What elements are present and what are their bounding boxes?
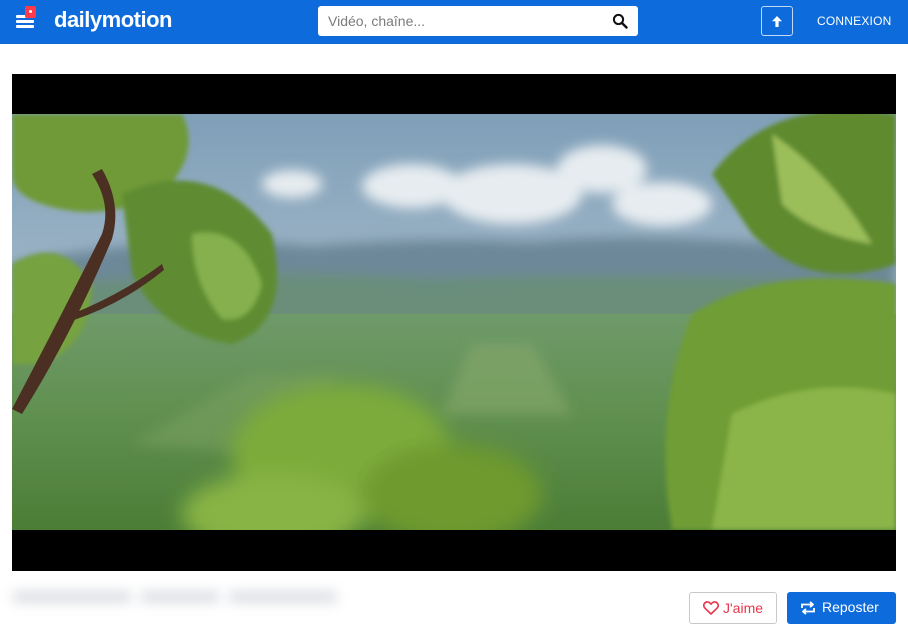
top-navigation-bar: dailymotion CONNEXION	[0, 0, 908, 44]
search-input[interactable]	[318, 6, 603, 36]
upload-button[interactable]	[761, 6, 793, 36]
video-player[interactable]	[12, 74, 896, 571]
like-label: J'aime	[723, 600, 764, 616]
heart-icon	[703, 601, 719, 615]
upload-icon	[772, 16, 782, 27]
notification-badge	[25, 6, 36, 18]
like-button[interactable]: J'aime	[689, 592, 777, 624]
search-bar	[318, 6, 638, 36]
login-link[interactable]: CONNEXION	[817, 14, 891, 28]
video-title-blurred	[12, 590, 352, 620]
menu-button[interactable]	[14, 6, 40, 32]
menu-icon-bar	[16, 25, 34, 28]
menu-icon-bar	[16, 20, 34, 23]
repost-icon	[801, 601, 815, 615]
repost-label: Reposter	[822, 599, 879, 615]
video-frame	[12, 114, 896, 530]
dailymotion-logo[interactable]: dailymotion	[54, 7, 172, 33]
search-icon[interactable]	[612, 13, 628, 29]
repost-button[interactable]: Reposter	[787, 592, 896, 624]
